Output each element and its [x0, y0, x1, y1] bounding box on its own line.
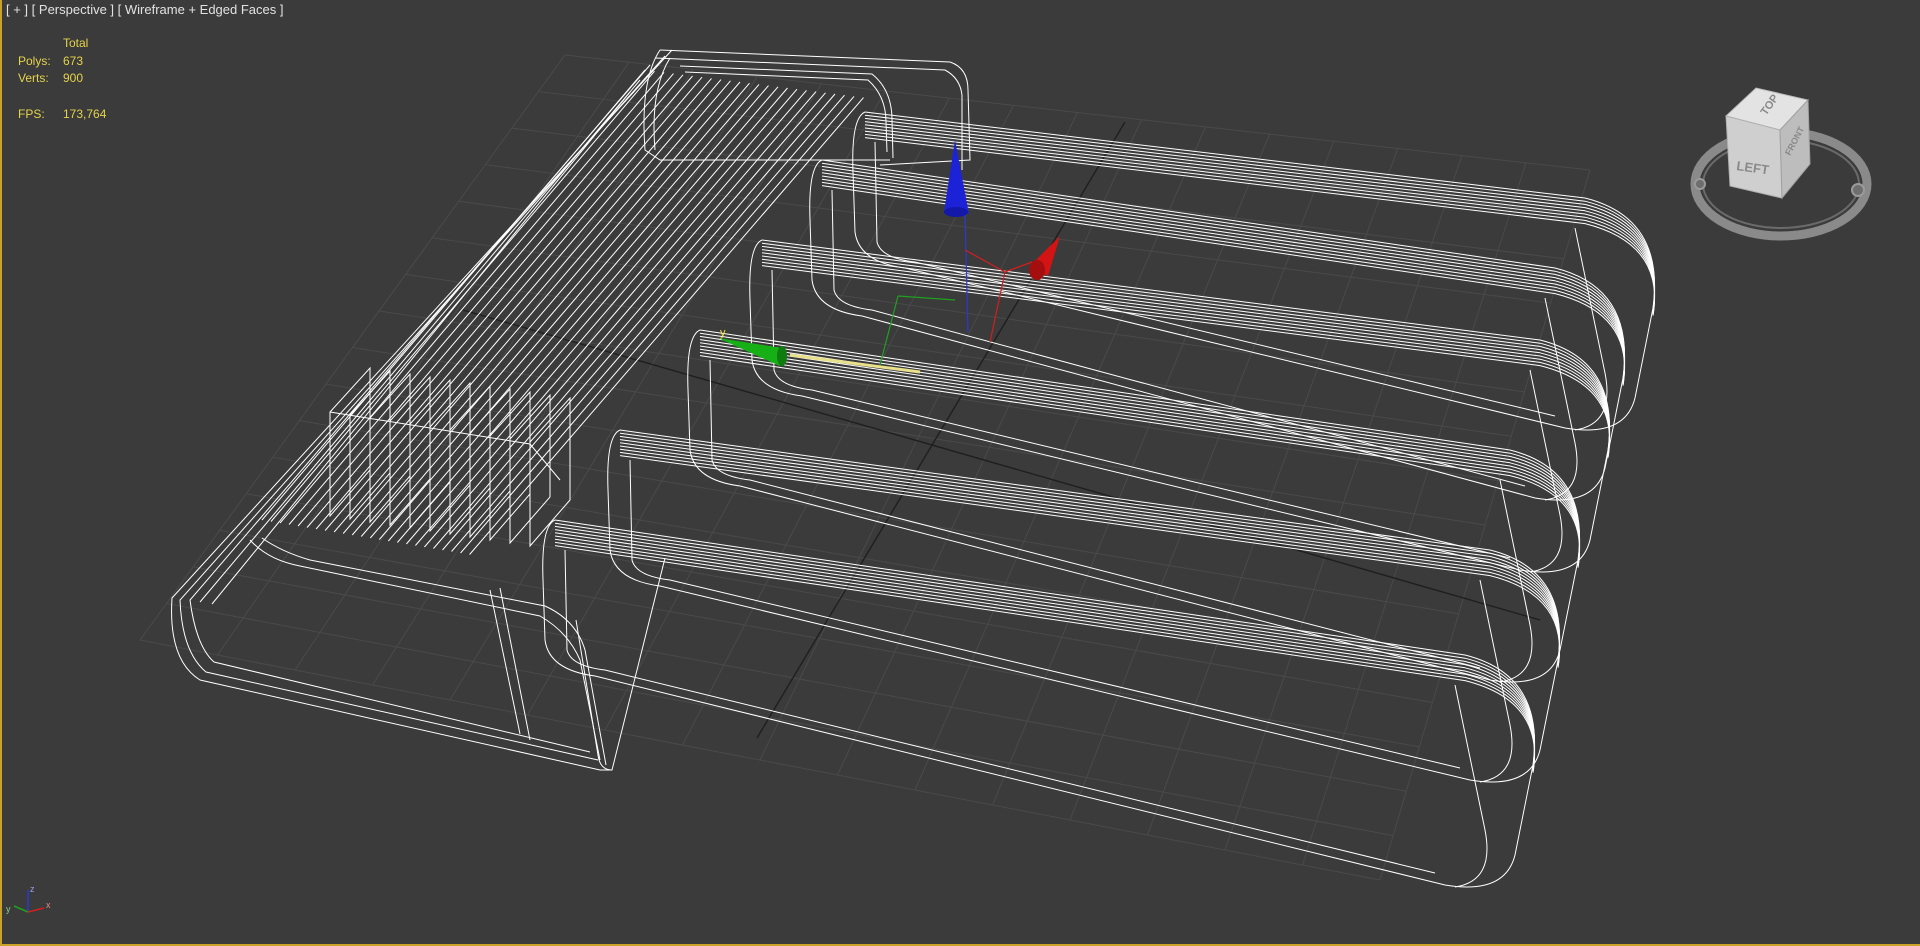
fps-label: FPS:	[18, 106, 45, 121]
grid-line	[299, 420, 1459, 615]
slat-rail-line[interactable]	[761, 258, 1611, 456]
tripod-z-label: z	[30, 884, 35, 894]
viewport-statistics: Total Polys: 673 Verts: 900 FPS: 173,764	[18, 35, 106, 123]
viewcube-left-face[interactable]	[1725, 115, 1783, 199]
grid-line	[193, 566, 1407, 792]
polys-value: 673	[63, 53, 84, 68]
arm-strip-line[interactable]	[433, 92, 826, 549]
slat-rail-line[interactable]	[619, 448, 1561, 666]
grid-line	[272, 456, 1446, 659]
grid-line	[1069, 141, 1335, 821]
gizmo-y-arrow[interactable]	[718, 338, 782, 366]
tripod-y-label: y	[6, 904, 11, 914]
viewport-label-menu: [ + ] [ Perspective ] [ Wireframe + Edge…	[6, 2, 284, 17]
gizmo-y-label: y	[720, 327, 726, 339]
arm-strip-line[interactable]	[460, 96, 855, 554]
arm-strip-line[interactable]	[360, 82, 750, 537]
slat-rail-line[interactable]	[619, 445, 1561, 665]
tripod-x-label: x	[46, 900, 51, 910]
slat-rail-line[interactable]	[864, 121, 1656, 311]
slat-outline[interactable]	[607, 429, 1559, 783]
arm-strip-line[interactable]	[369, 84, 760, 539]
slat-inner-line[interactable]	[629, 459, 1461, 769]
arm-strip-line[interactable]	[442, 93, 836, 551]
viewport-general-menu[interactable]: [ + ]	[6, 2, 28, 17]
slat-rail-line[interactable]	[699, 355, 1580, 568]
stats-header: Total	[63, 36, 89, 50]
slat-inner-line[interactable]	[709, 359, 1481, 669]
polys-label: Polys:	[18, 53, 51, 68]
axis-tripod: z y x	[6, 884, 51, 914]
scene-canvas[interactable]: y	[0, 0, 1920, 946]
slat-rail-line[interactable]	[699, 329, 1581, 561]
slat-rail-line[interactable]	[864, 124, 1656, 312]
gizmo-z-arrow[interactable]	[944, 140, 969, 214]
grid-line	[139, 639, 1381, 881]
viewport-shading-menu[interactable]: [ Wireframe + Edged Faces ]	[118, 2, 284, 17]
sofa-slat[interactable]	[607, 429, 1561, 783]
slat-rail-line[interactable]	[699, 342, 1581, 564]
grid-line	[1224, 155, 1463, 851]
slat-rail-line[interactable]	[554, 519, 1536, 766]
slat-rail-line[interactable]	[619, 432, 1561, 662]
viewport-pov-menu[interactable]: [ Perspective ]	[32, 2, 114, 17]
verts-label: Verts:	[18, 71, 49, 85]
slat-rail-line[interactable]	[554, 532, 1536, 769]
grid-line	[166, 602, 1394, 837]
viewcube[interactable]: LEFT TOP FRONT	[1686, 80, 1876, 260]
grid-line	[992, 133, 1271, 806]
grid-line	[837, 119, 1143, 776]
grid-line	[246, 493, 1433, 703]
slat-rail-line[interactable]	[761, 242, 1611, 452]
verts-value: 900	[63, 71, 84, 85]
grid-line	[325, 383, 1472, 570]
slat-rail-line[interactable]	[864, 127, 1656, 313]
slat-end-line[interactable]	[1454, 684, 1488, 888]
grid-line	[1147, 148, 1399, 836]
slat-rail-line[interactable]	[619, 439, 1561, 663]
slat-end-line[interactable]	[1544, 297, 1578, 501]
fps-value: 173,764	[63, 106, 107, 121]
sofa-wireframe-object[interactable]	[171, 49, 1656, 888]
slat-rail-line[interactable]	[699, 339, 1581, 563]
sofa-arm-block[interactable]	[171, 49, 971, 771]
slat-rail-line[interactable]	[619, 455, 1560, 668]
slat-rail-line[interactable]	[821, 162, 1626, 380]
arm-strip-line[interactable]	[469, 97, 864, 555]
perspective-viewport[interactable]: y [ + ] [ Perspective ] [ Wireframe + Ed…	[0, 0, 1920, 946]
